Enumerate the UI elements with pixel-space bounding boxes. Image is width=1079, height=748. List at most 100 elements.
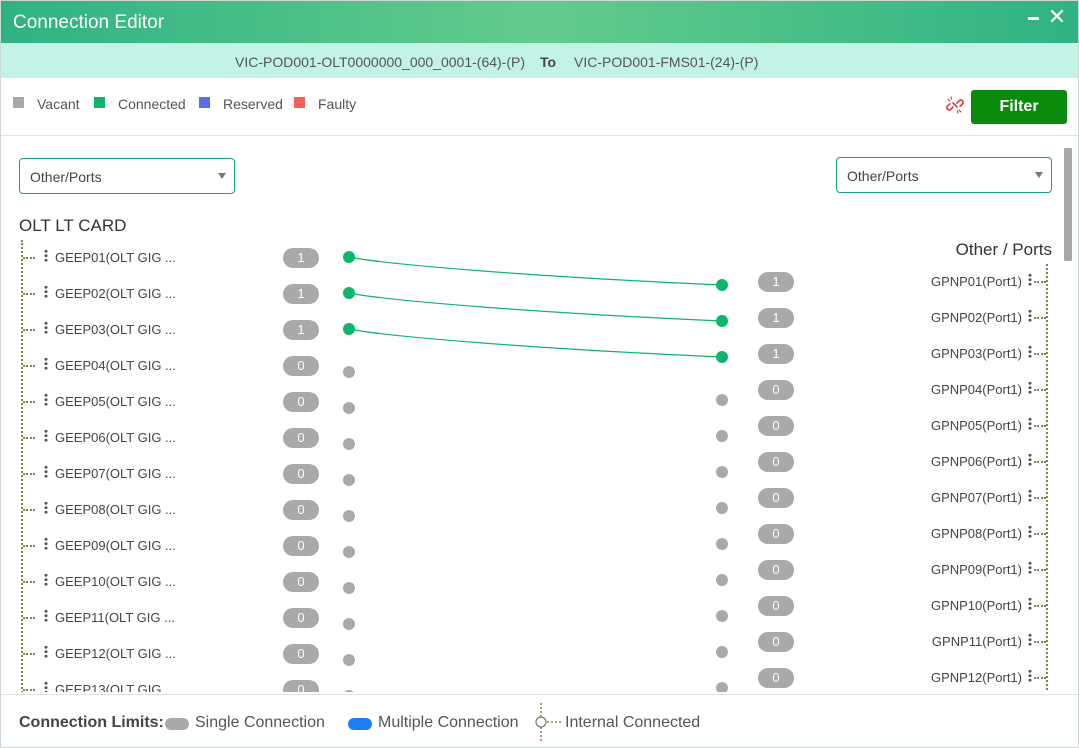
drag-handle-icon[interactable] [44,465,48,478]
port-connector-dot[interactable] [343,690,355,692]
port-label: GEEP11(OLT GIG ... [55,610,175,625]
right-port-row[interactable]: 0 GPNP07(Port1) [701,487,1063,514]
drag-handle-icon[interactable] [1028,525,1032,538]
connection-summary: VIC-POD001-OLT0000000_000_0001-(64)-(P) … [1,43,1078,78]
port-connector-dot[interactable] [343,287,355,299]
port-connector-dot[interactable] [716,430,728,442]
drag-handle-icon[interactable] [1028,669,1032,682]
port-connector-dot[interactable] [343,618,355,630]
right-port-row[interactable]: 0 GPNP11(Port1) [701,631,1063,658]
drag-handle-icon[interactable] [1028,561,1032,574]
drag-handle-icon[interactable] [1028,489,1032,502]
port-label: GPNP10(Port1) [930,598,1022,613]
drag-handle-icon[interactable] [44,573,48,586]
left-port-row[interactable]: GEEP02(OLT GIG ... 1 [1,283,361,304]
left-port-row[interactable]: GEEP06(OLT GIG ... 0 [1,427,361,450]
drag-handle-icon[interactable] [44,393,48,406]
legend-label-faulty: Faulty [318,96,357,112]
tree-branch [23,257,35,259]
left-port-row[interactable]: GEEP13(OLT GIG ... 0 [1,679,361,692]
left-port-row[interactable]: GEEP08(OLT GIG ... 0 [1,499,361,522]
right-port-row[interactable]: 1 GPNP03(Port1) [701,343,1063,364]
drag-handle-icon[interactable] [1028,453,1032,466]
right-port-row[interactable]: 0 GPNP12(Port1) [701,667,1063,692]
drag-handle-icon[interactable] [44,357,48,370]
drag-handle-icon[interactable] [44,249,48,262]
port-label: GEEP04(OLT GIG ... [55,358,176,373]
drag-handle-icon[interactable] [1028,597,1032,610]
scrollbar-thumb[interactable] [1064,148,1072,261]
left-port-row[interactable]: GEEP05(OLT GIG ... 0 [1,391,361,414]
port-label: GEEP03(OLT GIG ... [55,322,176,337]
drag-handle-icon[interactable] [44,501,48,514]
drag-handle-icon[interactable] [1028,309,1032,322]
unlink-icon[interactable] [946,96,964,114]
port-connector-dot[interactable] [343,323,355,335]
right-port-row[interactable]: 0 GPNP08(Port1) [701,523,1063,550]
right-port-row[interactable]: 1 GPNP01(Port1) [701,271,1063,292]
left-port-row[interactable]: GEEP09(OLT GIG ... 0 [1,535,361,558]
connection-wire[interactable] [348,256,723,286]
port-label: GEEP09(OLT GIG ... [55,538,176,553]
port-label: GEEP07(OLT GIG ... [55,466,176,481]
drag-handle-icon[interactable] [44,285,48,298]
port-connector-dot[interactable] [343,251,355,263]
port-connector-dot[interactable] [716,574,728,586]
connection-count-badge: 0 [283,392,319,412]
filter-button[interactable]: Filter [971,90,1067,124]
tree-branch [23,617,35,619]
right-port-row[interactable]: 0 GPNP10(Port1) [701,595,1063,622]
port-connector-dot[interactable] [343,402,355,414]
right-port-type-select[interactable]: Other/Ports [836,157,1052,193]
drag-handle-icon[interactable] [1028,381,1032,394]
connection-wire[interactable] [348,292,723,322]
port-connector-dot[interactable] [343,546,355,558]
port-connector-dot[interactable] [343,366,355,378]
drag-handle-icon[interactable] [1028,345,1032,358]
port-label: GPNP09(Port1) [930,562,1022,577]
left-port-row[interactable]: GEEP01(OLT GIG ... 1 [1,247,361,268]
port-connector-dot[interactable] [716,682,728,692]
drag-handle-icon[interactable] [44,321,48,334]
left-port-row[interactable]: GEEP04(OLT GIG ... 0 [1,355,361,378]
port-connector-dot[interactable] [716,646,728,658]
left-port-row[interactable]: GEEP11(OLT GIG ... 0 [1,607,361,630]
connection-wire[interactable] [348,328,723,358]
drag-handle-icon[interactable] [1028,417,1032,430]
tree-branch [23,689,35,691]
drag-handle-icon[interactable] [1028,633,1032,646]
left-port-type-select[interactable]: Other/Ports [19,158,235,194]
port-connector-dot[interactable] [343,438,355,450]
port-connector-dot[interactable] [716,279,728,291]
drag-handle-icon[interactable] [44,537,48,550]
chevron-down-icon [1035,172,1043,178]
drag-handle-icon[interactable] [1028,273,1032,286]
minimize-button[interactable] [1026,7,1042,27]
left-port-row[interactable]: GEEP12(OLT GIG ... 0 [1,643,361,666]
right-port-row[interactable]: 1 GPNP02(Port1) [701,307,1063,328]
left-port-row[interactable]: GEEP07(OLT GIG ... 0 [1,463,361,486]
right-port-row[interactable]: 0 GPNP09(Port1) [701,559,1063,586]
port-connector-dot[interactable] [716,466,728,478]
connection-count-badge: 1 [758,308,794,328]
port-connector-dot[interactable] [343,510,355,522]
port-connector-dot[interactable] [716,502,728,514]
port-connector-dot[interactable] [343,474,355,486]
left-port-row[interactable]: GEEP03(OLT GIG ... 1 [1,319,361,340]
drag-handle-icon[interactable] [44,429,48,442]
port-connector-dot[interactable] [343,654,355,666]
port-connector-dot[interactable] [716,610,728,622]
port-connector-dot[interactable] [716,351,728,363]
close-button[interactable]: ✕ [1047,6,1067,28]
right-port-row[interactable]: 0 GPNP06(Port1) [701,451,1063,478]
left-port-row[interactable]: GEEP10(OLT GIG ... 0 [1,571,361,594]
port-connector-dot[interactable] [716,394,728,406]
port-connector-dot[interactable] [716,315,728,327]
drag-handle-icon[interactable] [44,609,48,622]
port-connector-dot[interactable] [343,582,355,594]
drag-handle-icon[interactable] [44,681,48,692]
drag-handle-icon[interactable] [44,645,48,658]
port-connector-dot[interactable] [716,538,728,550]
right-port-row[interactable]: 0 GPNP04(Port1) [701,379,1063,406]
right-port-row[interactable]: 0 GPNP05(Port1) [701,415,1063,442]
